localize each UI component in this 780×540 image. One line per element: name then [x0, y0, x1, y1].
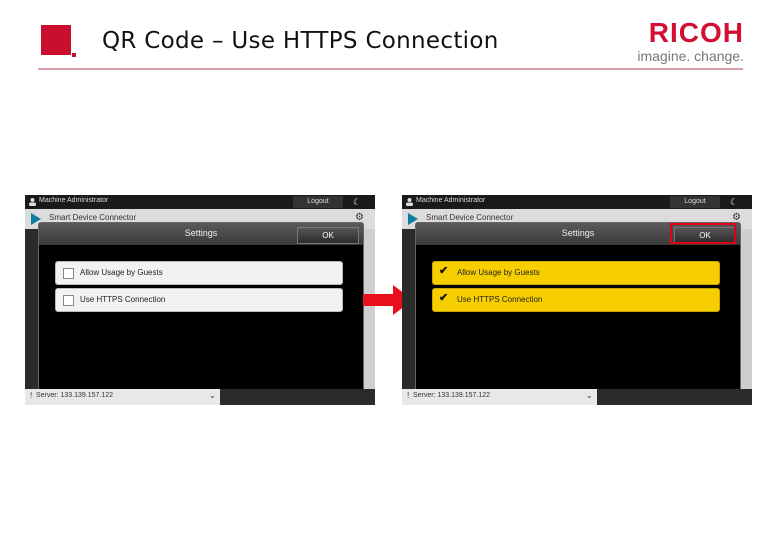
settings-dialog: Settings OK Allow Usage by Guests Use HT…: [38, 222, 364, 392]
app-name: Smart Device Connector: [426, 213, 514, 222]
slide-title: QR Code – Use HTTPS Connection: [102, 28, 499, 54]
user-icon: [29, 198, 36, 206]
logout-button[interactable]: Logout: [670, 196, 720, 208]
option-label: Allow Usage by Guests: [80, 268, 163, 277]
logo-square-icon: [41, 25, 76, 57]
status-bar: ! Server: 133.139.157.122 ⌄: [402, 389, 752, 405]
option-label: Use HTTPS Connection: [80, 295, 166, 304]
user-icon: [406, 198, 413, 206]
info-icon: !: [407, 391, 410, 400]
brand-name: RICOH: [648, 17, 744, 48]
info-icon: !: [30, 391, 33, 400]
ok-button[interactable]: OK: [297, 227, 359, 244]
option-allow-guests[interactable]: ✔ Allow Usage by Guests: [432, 261, 720, 285]
option-allow-guests[interactable]: Allow Usage by Guests: [55, 261, 343, 285]
chevron-down-icon[interactable]: ⌄: [209, 391, 216, 400]
ok-button-highlight: [670, 223, 736, 244]
checkbox-checked-icon[interactable]: ✔: [439, 292, 448, 304]
checkbox-checked-icon[interactable]: ✔: [439, 265, 448, 277]
energy-saver-icon[interactable]: ☾: [730, 196, 738, 208]
screen-after: Machine Administrator Logout ☾ Smart Dev…: [402, 195, 752, 405]
checkbox-unchecked-icon[interactable]: [63, 295, 74, 306]
status-bar-dark-area: [597, 389, 752, 405]
logo-square-block: [41, 25, 71, 55]
checkbox-unchecked-icon[interactable]: [63, 268, 74, 279]
top-bar: Machine Administrator Logout ☾: [402, 195, 752, 209]
option-use-https[interactable]: ✔ Use HTTPS Connection: [432, 288, 720, 312]
energy-saver-icon[interactable]: ☾: [353, 196, 361, 208]
chevron-down-icon[interactable]: ⌄: [586, 391, 593, 400]
title-divider: [38, 68, 743, 70]
server-address: Server: 133.139.157.122: [36, 392, 114, 399]
top-bar: Machine Administrator Logout ☾: [25, 195, 375, 209]
admin-label: Machine Administrator: [39, 197, 109, 204]
logo-square-dot: [72, 53, 76, 57]
settings-dialog: Settings OK ✔ Allow Usage by Guests ✔ Us…: [415, 222, 741, 392]
side-panel: [740, 229, 752, 389]
app-name: Smart Device Connector: [49, 213, 137, 222]
screen-before: Machine Administrator Logout ☾ Smart Dev…: [25, 195, 375, 405]
server-address: Server: 133.139.157.122: [413, 392, 491, 399]
logout-button[interactable]: Logout: [293, 196, 343, 208]
option-label: Allow Usage by Guests: [457, 268, 540, 277]
admin-label: Machine Administrator: [416, 197, 486, 204]
status-bar: ! Server: 133.139.157.122 ⌄: [25, 389, 375, 405]
option-label: Use HTTPS Connection: [457, 295, 543, 304]
brand-tagline: imagine. change.: [637, 48, 744, 64]
option-use-https[interactable]: Use HTTPS Connection: [55, 288, 343, 312]
status-bar-dark-area: [220, 389, 375, 405]
brand-logo: RICOH imagine. change.: [632, 17, 744, 65]
